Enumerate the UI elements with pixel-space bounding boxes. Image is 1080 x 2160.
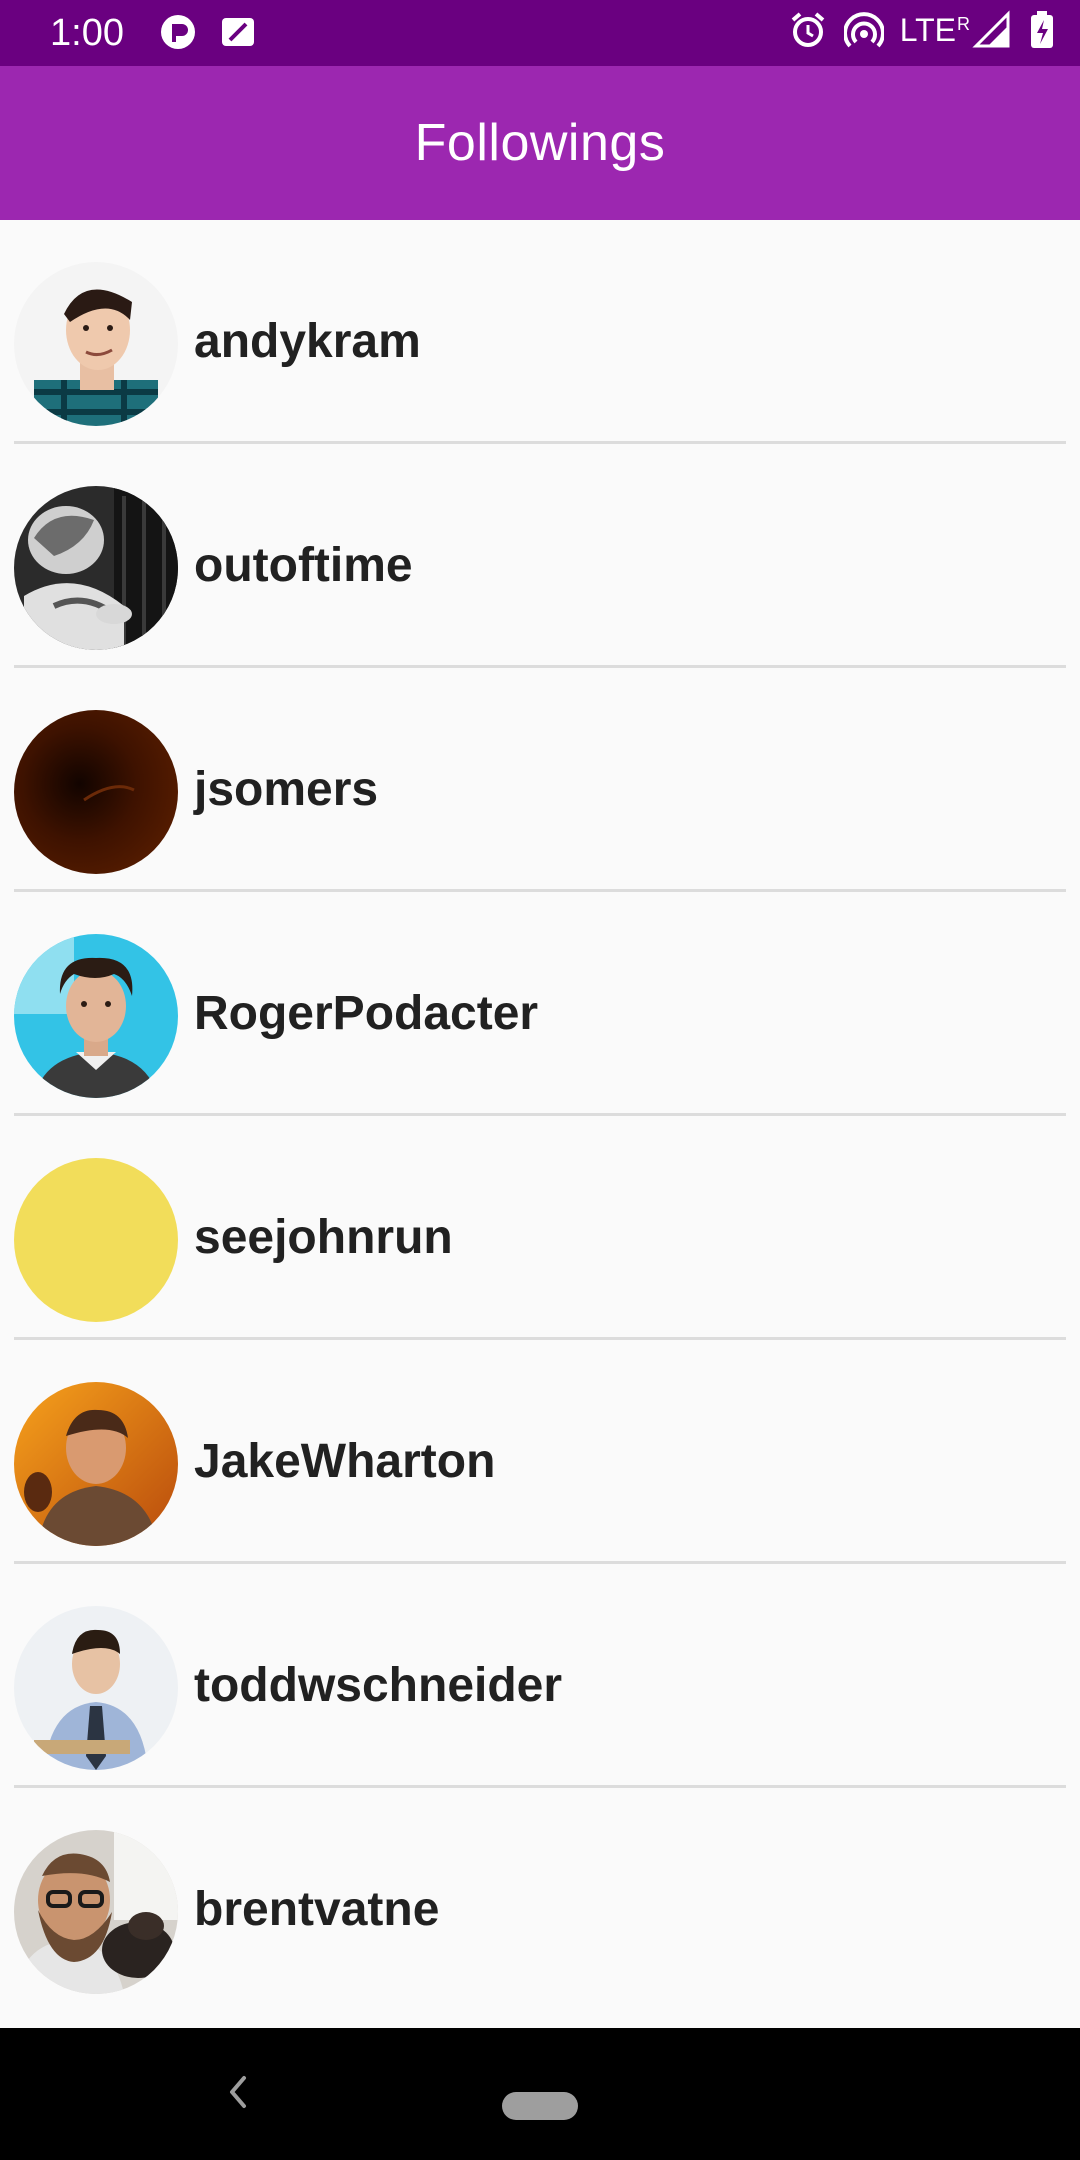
avatar <box>14 1382 178 1546</box>
username: seejohnrun <box>194 1211 453 1264</box>
list-item[interactable]: jsomers <box>0 668 1080 892</box>
username: JakeWharton <box>194 1435 496 1488</box>
avatar <box>14 262 178 426</box>
avatar <box>14 1830 178 1994</box>
app-bar: Followings <box>0 66 1080 220</box>
username: brentvatne <box>194 1883 440 1936</box>
username: toddwschneider <box>194 1659 563 1712</box>
data-saver-icon <box>161 15 195 49</box>
status-time: 1:00 <box>50 12 124 54</box>
avatar <box>14 486 178 650</box>
username: RogerPodacter <box>194 987 539 1040</box>
navigation-bar <box>0 2028 1080 2160</box>
alarm-icon <box>791 12 824 47</box>
list-item[interactable]: brentvatne <box>0 1788 1080 2012</box>
list-item[interactable]: JakeWharton <box>0 1340 1080 1564</box>
list-item[interactable]: andykram <box>0 220 1080 444</box>
status-bar: 1:00 LTE R <box>0 0 1080 66</box>
roaming-indicator: R <box>957 14 970 34</box>
sim-card-icon <box>222 18 254 46</box>
username: outoftime <box>194 539 413 592</box>
list-item[interactable]: RogerPodacter <box>0 892 1080 1116</box>
page-title: Followings <box>414 114 666 172</box>
battery-charging-icon <box>1031 11 1053 48</box>
network-type-label: LTE R <box>900 10 970 50</box>
list-item[interactable]: toddwschneider <box>0 1564 1080 1788</box>
hotspot-icon <box>843 12 884 48</box>
followings-list: andykram outoftime jsomers RogerPodacter… <box>0 220 1080 2012</box>
avatar <box>14 1606 178 1770</box>
list-item[interactable]: outoftime <box>0 444 1080 668</box>
avatar <box>14 934 178 1098</box>
home-pill-icon[interactable] <box>502 2092 578 2120</box>
signal-icon <box>972 10 1010 48</box>
username: jsomers <box>194 763 379 816</box>
avatar <box>14 710 178 874</box>
username: andykram <box>194 315 421 368</box>
avatar <box>14 1158 178 1322</box>
back-icon[interactable] <box>226 2074 250 2110</box>
list-item[interactable]: seejohnrun <box>0 1116 1080 1340</box>
